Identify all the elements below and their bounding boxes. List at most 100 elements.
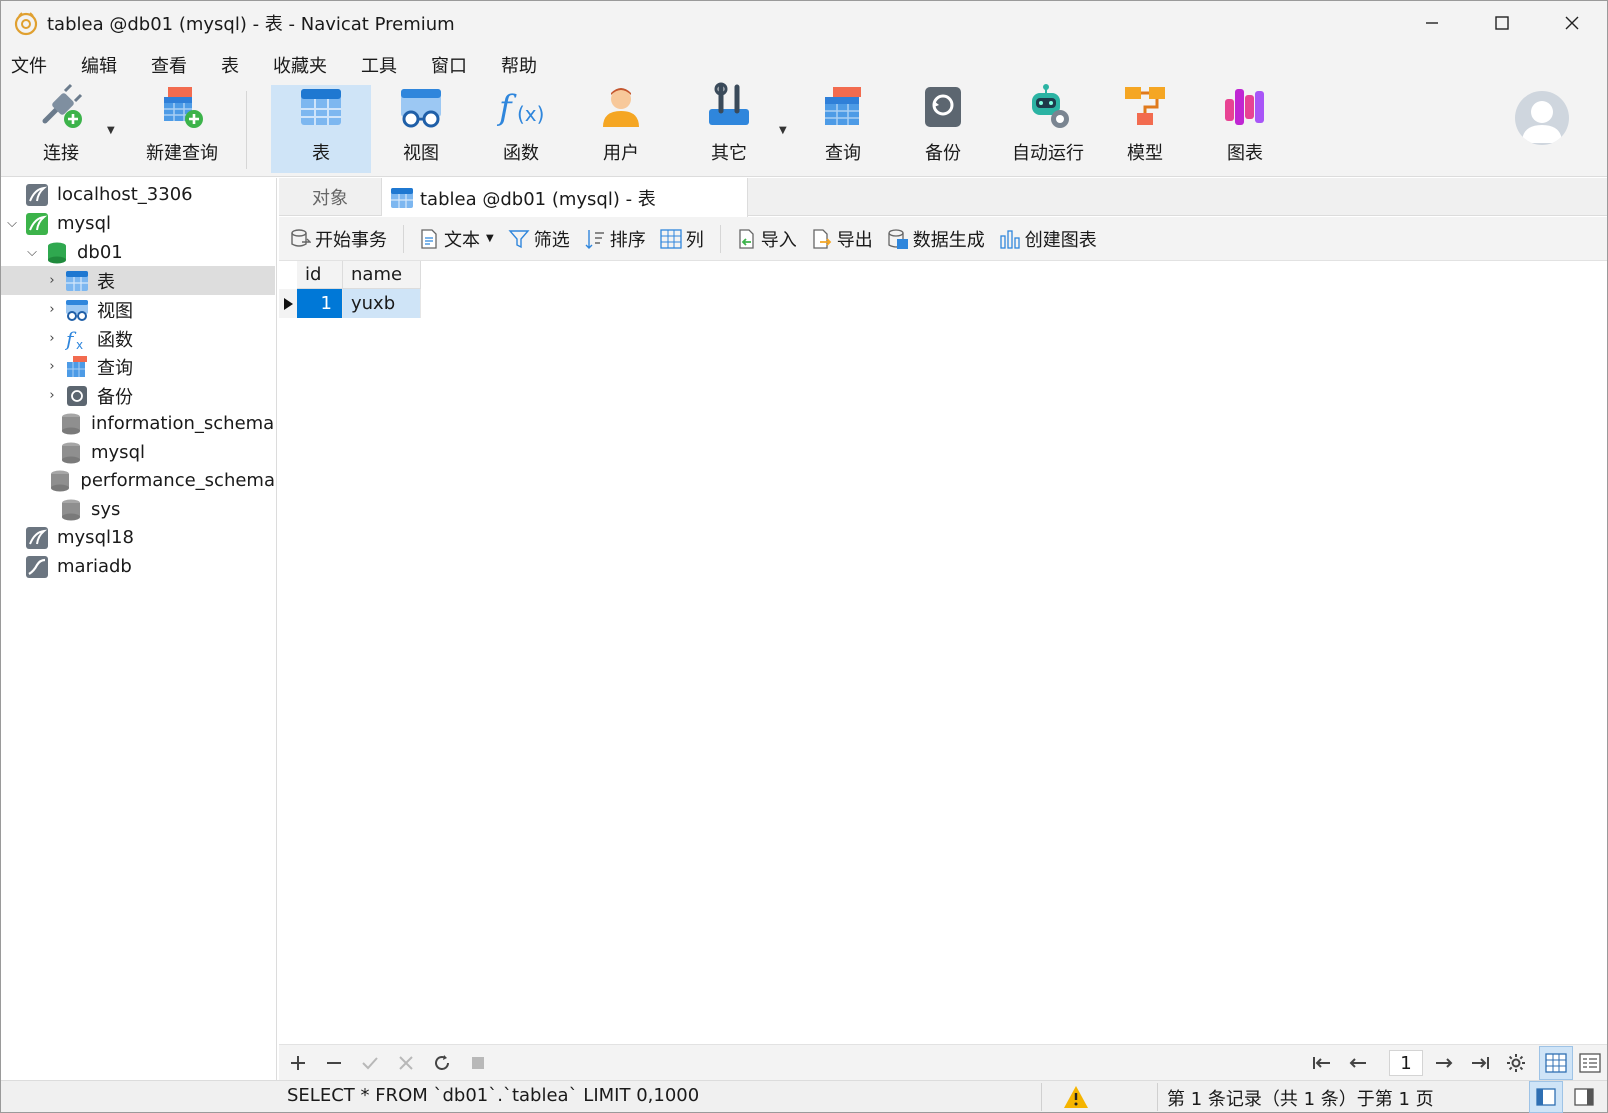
first-page-icon[interactable] bbox=[1309, 1050, 1335, 1076]
menu-view[interactable]: 查看 bbox=[141, 52, 197, 78]
user-button[interactable]: 用户 bbox=[573, 85, 669, 173]
tree-item-sys[interactable]: sys bbox=[1, 495, 275, 524]
refresh-icon[interactable] bbox=[429, 1050, 455, 1076]
table-button[interactable]: 表 bbox=[271, 85, 371, 173]
tree-item-localhost[interactable]: localhost_3306 bbox=[1, 180, 275, 209]
create-chart-button[interactable]: 创建图表 bbox=[999, 226, 1097, 252]
avatar-icon bbox=[1522, 101, 1562, 143]
import-button[interactable]: 导入 bbox=[735, 226, 797, 252]
chevron-right-icon[interactable]: › bbox=[45, 273, 59, 288]
connect-button[interactable]: 连接 bbox=[13, 83, 109, 173]
minimize-icon bbox=[1426, 22, 1438, 24]
user-avatar[interactable] bbox=[1515, 91, 1569, 145]
connect-dropdown-icon[interactable]: ▼ bbox=[107, 125, 115, 136]
table-row[interactable]: 1 yuxb bbox=[279, 289, 421, 318]
function-button[interactable]: f (x) 函数 bbox=[473, 85, 569, 173]
menu-table[interactable]: 表 bbox=[211, 52, 249, 78]
automation-button[interactable]: 自动运行 bbox=[995, 84, 1101, 173]
tree-item-mysql[interactable]: ⌵ mysql bbox=[1, 209, 275, 238]
menu-file[interactable]: 文件 bbox=[1, 52, 57, 78]
delete-record-icon[interactable] bbox=[321, 1050, 347, 1076]
tree-item-information-schema[interactable]: information_schema bbox=[1, 409, 275, 438]
cell-id[interactable]: 1 bbox=[297, 289, 343, 318]
tree-label: 表 bbox=[97, 271, 115, 293]
chevron-right-icon[interactable]: › bbox=[45, 302, 59, 317]
chevron-right-icon[interactable]: › bbox=[45, 359, 59, 374]
sort-button[interactable]: 排序 bbox=[584, 226, 646, 252]
chevron-down-icon[interactable]: ⌵ bbox=[5, 216, 19, 231]
import-label: 导入 bbox=[760, 229, 797, 251]
close-window-button[interactable] bbox=[1537, 1, 1607, 45]
last-page-icon[interactable] bbox=[1467, 1050, 1493, 1076]
cell-name[interactable]: yuxb bbox=[343, 289, 421, 318]
previous-page-icon[interactable] bbox=[1345, 1050, 1371, 1076]
left-pane-toggle[interactable] bbox=[1529, 1081, 1563, 1113]
tab-objects[interactable]: 对象 bbox=[279, 178, 382, 216]
model-button[interactable]: 模型 bbox=[1097, 85, 1193, 173]
text-button[interactable]: 文本 ▼ bbox=[418, 226, 494, 252]
discard-changes-icon[interactable] bbox=[393, 1050, 419, 1076]
other-dropdown-icon[interactable]: ▼ bbox=[779, 125, 787, 136]
new-query-label: 新建查询 bbox=[146, 143, 218, 164]
other-button[interactable]: 其它 bbox=[681, 82, 777, 173]
tree-item-queries[interactable]: › 查询 bbox=[1, 352, 275, 381]
tree-item-views[interactable]: › 视图 bbox=[1, 295, 275, 324]
settings-gear-icon[interactable] bbox=[1503, 1050, 1529, 1076]
tree-item-mysql18[interactable]: mysql18 bbox=[1, 523, 275, 552]
menu-help[interactable]: 帮助 bbox=[491, 52, 547, 78]
toolbar-divider bbox=[403, 224, 404, 253]
column-header-name[interactable]: name bbox=[343, 261, 421, 289]
grid-view-icon bbox=[1545, 1053, 1567, 1073]
tree-label: localhost_3306 bbox=[57, 184, 193, 205]
database-icon bbox=[48, 469, 72, 493]
chevron-down-icon[interactable]: ⌵ bbox=[25, 245, 39, 260]
grid-view-toggle[interactable] bbox=[1539, 1046, 1573, 1080]
menu-favorites[interactable]: 收藏夹 bbox=[263, 52, 337, 78]
data-generation-button[interactable]: 数据生成 bbox=[887, 226, 985, 252]
chevron-right-icon[interactable]: › bbox=[45, 388, 59, 403]
export-button[interactable]: 导出 bbox=[811, 226, 873, 252]
tree-item-tables[interactable]: › 表 bbox=[1, 266, 275, 295]
maximize-button[interactable] bbox=[1467, 1, 1537, 45]
chevron-right-icon[interactable]: › bbox=[45, 331, 59, 346]
next-page-icon[interactable] bbox=[1431, 1050, 1457, 1076]
tree-item-mysql-db[interactable]: mysql bbox=[1, 438, 275, 467]
form-view-toggle[interactable] bbox=[1573, 1046, 1607, 1080]
text-dropdown-icon[interactable]: ▼ bbox=[486, 233, 494, 244]
tree-label: 视图 bbox=[97, 300, 133, 322]
tree-item-functions[interactable]: › fx 函数 bbox=[1, 324, 275, 353]
tree-item-mariadb[interactable]: mariadb bbox=[1, 552, 275, 581]
view-button[interactable]: 视图 bbox=[373, 85, 469, 173]
warning-icon[interactable] bbox=[1063, 1085, 1089, 1109]
tree-item-performance-schema[interactable]: performance_schema bbox=[1, 466, 275, 495]
menu-window[interactable]: 窗口 bbox=[421, 52, 477, 78]
chart-button[interactable]: 图表 bbox=[1197, 85, 1293, 173]
query-label: 查询 bbox=[825, 143, 861, 164]
current-row-marker-icon bbox=[279, 289, 297, 318]
begin-transaction-label: 开始事务 bbox=[315, 229, 387, 251]
query-icon bbox=[65, 355, 89, 379]
menu-edit[interactable]: 编辑 bbox=[71, 52, 127, 78]
backup-button[interactable]: 备份 bbox=[895, 85, 991, 173]
transaction-icon bbox=[289, 228, 311, 250]
stop-icon[interactable] bbox=[465, 1050, 491, 1076]
begin-transaction-button[interactable]: 开始事务 bbox=[289, 226, 387, 252]
page-number-input[interactable]: 1 bbox=[1389, 1050, 1423, 1076]
new-query-button[interactable]: 新建查询 bbox=[127, 85, 237, 173]
tree-item-db01[interactable]: ⌵ db01 bbox=[1, 238, 275, 267]
plug-icon bbox=[42, 83, 83, 128]
menu-tools[interactable]: 工具 bbox=[351, 52, 407, 78]
right-pane-toggle[interactable] bbox=[1567, 1081, 1601, 1113]
apply-changes-icon[interactable] bbox=[357, 1050, 383, 1076]
main-toolbar: 连接 ▼ 新建查询 表 视图 f (x) 函数 用户 其它 ▼ 查询 备份 自动… bbox=[1, 82, 1607, 177]
query-button[interactable]: 查询 bbox=[795, 85, 891, 173]
tree-item-backups[interactable]: › 备份 bbox=[1, 381, 275, 410]
left-panel-icon bbox=[1536, 1088, 1556, 1106]
minimize-button[interactable] bbox=[1397, 1, 1467, 45]
add-record-icon[interactable] bbox=[285, 1050, 311, 1076]
other-label: 其它 bbox=[711, 143, 747, 164]
columns-button[interactable]: 列 bbox=[660, 226, 704, 252]
tab-tablea[interactable]: tablea @db01 (mysql) - 表 bbox=[382, 178, 748, 217]
filter-button[interactable]: 筛选 bbox=[508, 226, 570, 252]
column-header-id[interactable]: id bbox=[297, 261, 343, 289]
